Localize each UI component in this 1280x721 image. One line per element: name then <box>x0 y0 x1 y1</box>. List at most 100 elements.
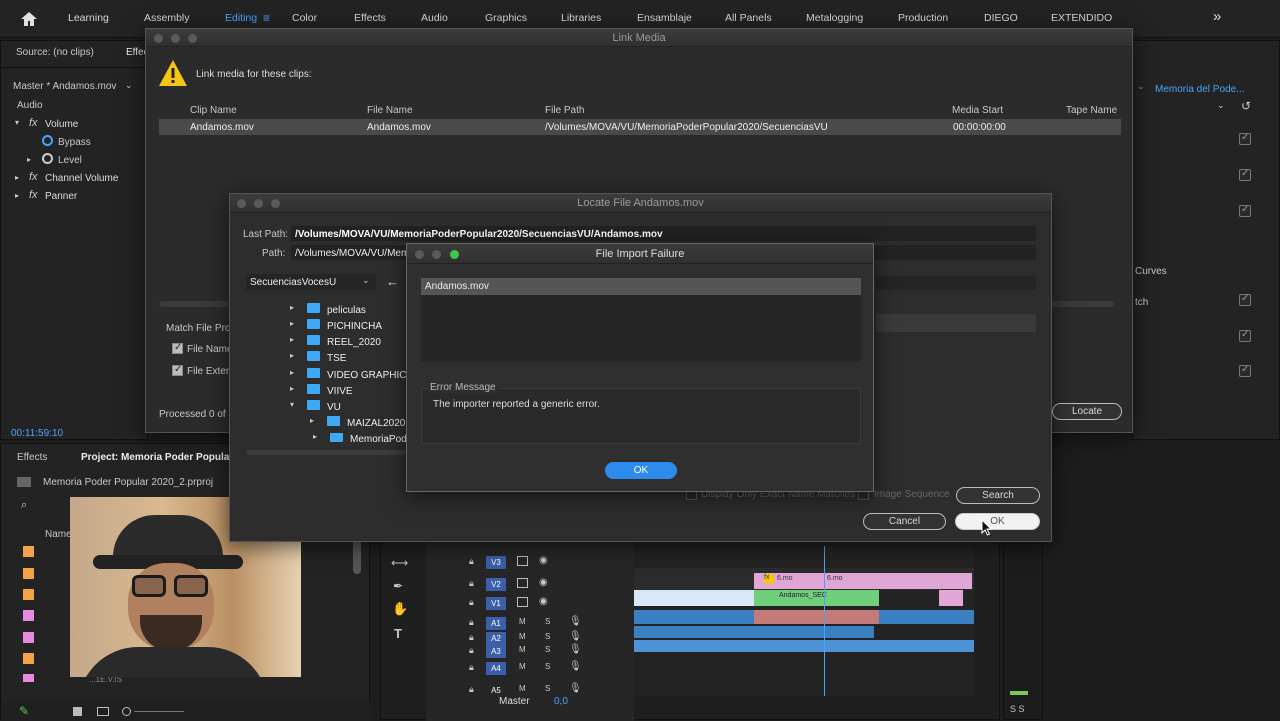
workspace-effects[interactable]: Effects <box>354 12 386 24</box>
a3-clip[interactable] <box>634 640 974 652</box>
workspace-color[interactable]: Color <box>292 12 317 24</box>
mute-button[interactable]: M <box>519 617 526 626</box>
track-label[interactable]: A2 <box>486 632 506 645</box>
mute-button[interactable]: M <box>519 645 526 654</box>
zoom-icon[interactable] <box>450 250 459 259</box>
effects-tab[interactable]: Effects <box>17 452 47 463</box>
column-clip-name[interactable]: Clip Name <box>190 105 237 116</box>
track-label[interactable]: A3 <box>486 645 506 658</box>
list-item[interactable]: Andamos.mov <box>421 278 861 295</box>
track-label[interactable]: A1 <box>486 617 506 630</box>
workspace-metalogging[interactable]: Metalogging <box>806 12 863 24</box>
folder-item[interactable]: peliculas <box>327 305 366 316</box>
source-tab[interactable]: Source: (no clips) <box>16 47 94 58</box>
disclosure-closed-icon[interactable]: ▸ <box>310 416 314 425</box>
microphone-icon[interactable]: 🎙︎ <box>569 683 582 694</box>
microphone-icon[interactable]: 🎙︎ <box>569 661 582 672</box>
checkbox[interactable] <box>1239 168 1251 181</box>
disclosure-closed-icon[interactable]: ▸ <box>313 433 317 441</box>
disclosure-open-icon[interactable]: ▾ <box>15 118 19 127</box>
folder-item[interactable]: REEL_2020 <box>327 337 381 348</box>
disclosure-open-icon[interactable]: ▾ <box>290 400 294 409</box>
workspace-graphics[interactable]: Graphics <box>485 12 527 24</box>
hand-tool-icon[interactable]: ✋ <box>392 601 408 617</box>
folder-item[interactable]: VIIVE <box>327 386 353 397</box>
lock-icon[interactable]: 🔒︎ <box>469 597 474 608</box>
v1-clip[interactable] <box>634 590 754 606</box>
folder-item[interactable]: MAIZAL2020 <box>347 418 405 429</box>
solo-button[interactable]: S <box>545 645 550 654</box>
track-label[interactable]: V2 <box>486 578 506 591</box>
ok-button[interactable]: OK <box>955 513 1040 530</box>
sync-lock-icon[interactable] <box>517 578 528 588</box>
chevron-down-icon[interactable]: ⌄ <box>1217 100 1225 111</box>
zoom-slider-handle[interactable] <box>122 707 131 716</box>
track-label[interactable]: V1 <box>486 597 506 610</box>
disclosure-closed-icon[interactable]: ▸ <box>290 303 294 312</box>
pen-tool-icon[interactable]: ✒ <box>393 579 403 593</box>
disclosure-closed-icon[interactable]: ▸ <box>15 191 19 200</box>
workspace-production[interactable]: Production <box>898 12 948 24</box>
v1-clip[interactable] <box>939 590 963 606</box>
table-row[interactable]: Andamos.mov Andamos.mov /Volumes/MOVA/VU… <box>159 119 1121 135</box>
chevron-down-icon[interactable]: ⌄ <box>1137 81 1145 92</box>
column-tape-name[interactable]: Tape Name <box>1066 105 1117 116</box>
track-label[interactable]: A4 <box>486 662 506 675</box>
folder-item[interactable]: VIDEO GRAPHICS <box>327 370 413 381</box>
file-extension-checkbox[interactable] <box>172 364 183 376</box>
sync-lock-icon[interactable] <box>517 597 528 607</box>
lock-icon[interactable]: 🔒︎ <box>469 556 474 567</box>
playhead-timecode[interactable]: 00:11:59:10 <box>11 428 63 439</box>
tree-scrollbar[interactable] <box>246 450 406 455</box>
solo-button[interactable]: S <box>545 617 550 626</box>
mute-button[interactable]: M <box>519 662 526 671</box>
sequence-header[interactable]: Memoria del Pode... <box>1155 84 1245 95</box>
mute-button[interactable]: M <box>519 684 526 693</box>
folder-item[interactable]: PICHINCHA <box>327 321 382 332</box>
folder-item[interactable]: VU <box>327 402 341 413</box>
name-column-header[interactable]: Name <box>45 529 72 540</box>
search-button[interactable]: Search <box>956 487 1040 504</box>
search-icon[interactable]: ⌕ <box>21 499 27 512</box>
workspace-all-panels[interactable]: All Panels <box>725 12 772 24</box>
minimize-icon[interactable] <box>432 250 441 259</box>
workspace-ensamblaje[interactable]: Ensamblaje <box>637 12 692 24</box>
disclosure-closed-icon[interactable]: ▸ <box>290 384 294 393</box>
pencil-icon[interactable]: ✎ <box>19 704 29 718</box>
disclosure-closed-icon[interactable]: ▸ <box>290 368 294 377</box>
playhead[interactable] <box>824 546 825 696</box>
microphone-icon[interactable]: 🎙︎ <box>569 631 582 642</box>
list-view-icon[interactable] <box>73 707 82 716</box>
ok-button[interactable]: OK <box>605 462 677 479</box>
close-icon[interactable] <box>154 34 163 43</box>
close-icon[interactable] <box>237 199 246 208</box>
checkbox[interactable] <box>1239 204 1251 217</box>
folder-item[interactable]: TSE <box>327 353 346 364</box>
folder-dropdown[interactable]: SecuenciasVocesU ⌄ <box>246 274 376 290</box>
zoom-slider[interactable] <box>134 711 184 712</box>
cancel-button[interactable]: Cancel <box>863 513 946 530</box>
checkbox[interactable] <box>1239 329 1251 342</box>
workspace-extendido[interactable]: EXTENDIDO <box>1051 12 1112 24</box>
disclosure-closed-icon[interactable]: ▸ <box>290 351 294 360</box>
folder-item[interactable]: MemoriaPode <box>350 434 406 445</box>
workspace-audio[interactable]: Audio <box>421 12 448 24</box>
zoom-icon[interactable] <box>188 34 197 43</box>
workspace-learning[interactable]: Learning <box>68 12 109 24</box>
double-chevron-icon[interactable]: » <box>1213 8 1221 25</box>
column-media-start[interactable]: Media Start <box>952 105 1003 116</box>
column-file-path[interactable]: File Path <box>545 105 584 116</box>
eye-icon[interactable]: ◉ <box>539 596 548 607</box>
solo-button[interactable]: S <box>545 632 550 641</box>
minimize-icon[interactable] <box>254 199 263 208</box>
locate-button[interactable]: Locate <box>1052 403 1122 420</box>
disclosure-closed-icon[interactable]: ▸ <box>290 319 294 328</box>
reset-icon[interactable]: ↺ <box>1241 99 1251 113</box>
stopwatch-icon[interactable] <box>42 153 53 164</box>
eye-icon[interactable]: ◉ <box>539 577 548 588</box>
file-name-checkbox[interactable] <box>172 342 183 354</box>
lock-icon[interactable]: 🔒︎ <box>469 578 474 589</box>
column-file-name[interactable]: File Name <box>367 105 413 116</box>
hamburger-icon[interactable]: ≡ <box>263 11 270 25</box>
master-clip-label[interactable]: Master * Andamos.mov <box>13 81 116 92</box>
